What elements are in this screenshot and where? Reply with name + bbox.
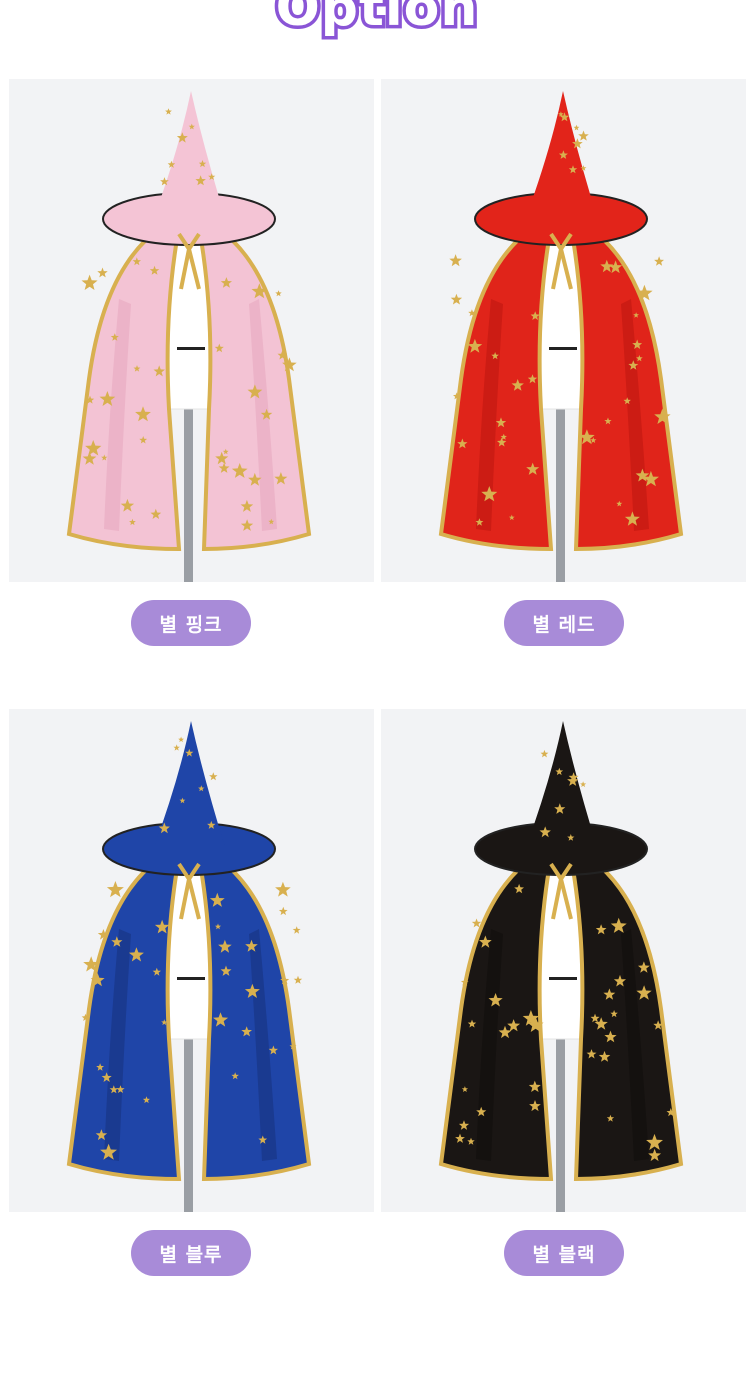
option-label-red[interactable]: 별 레드 bbox=[504, 600, 624, 646]
product-image-blue[interactable] bbox=[9, 709, 374, 1212]
mannequin-band bbox=[177, 977, 205, 980]
option-label-blue[interactable]: 별 블루 bbox=[131, 1230, 251, 1276]
product-image-pink[interactable] bbox=[9, 79, 374, 582]
star-pattern bbox=[292, 926, 301, 934]
mannequin-band bbox=[549, 977, 577, 980]
star-pattern bbox=[573, 124, 580, 131]
option-label-pink[interactable]: 별 핑크 bbox=[131, 600, 251, 646]
star-pattern bbox=[654, 256, 664, 266]
cape-illustration bbox=[66, 91, 312, 582]
star-pattern bbox=[578, 130, 589, 141]
star-pattern bbox=[293, 975, 303, 984]
star-pattern bbox=[165, 108, 172, 115]
star-pattern bbox=[209, 772, 218, 781]
star-pattern bbox=[81, 274, 98, 290]
star-pattern bbox=[278, 906, 288, 916]
option-label-black[interactable]: 별 블랙 bbox=[504, 1230, 624, 1276]
mannequin-band bbox=[177, 347, 205, 350]
section-title: Option bbox=[272, 0, 481, 42]
cape-illustration bbox=[438, 91, 684, 582]
star-pattern bbox=[450, 293, 463, 305]
mannequin-band bbox=[549, 347, 577, 350]
star-pattern bbox=[275, 290, 282, 297]
hat-cone bbox=[154, 91, 225, 217]
hat-cone bbox=[526, 721, 597, 847]
cape-illustration bbox=[438, 721, 684, 1212]
star-pattern bbox=[178, 736, 184, 743]
star-pattern bbox=[540, 749, 549, 758]
star-pattern bbox=[449, 254, 462, 267]
cape-illustration bbox=[66, 721, 312, 1212]
star-pattern bbox=[97, 267, 108, 278]
product-image-black[interactable] bbox=[381, 709, 746, 1212]
star-pattern bbox=[106, 881, 124, 898]
product-image-red[interactable] bbox=[381, 79, 746, 582]
star-pattern bbox=[275, 881, 291, 897]
star-pattern bbox=[173, 744, 180, 751]
star-pattern bbox=[580, 781, 587, 788]
